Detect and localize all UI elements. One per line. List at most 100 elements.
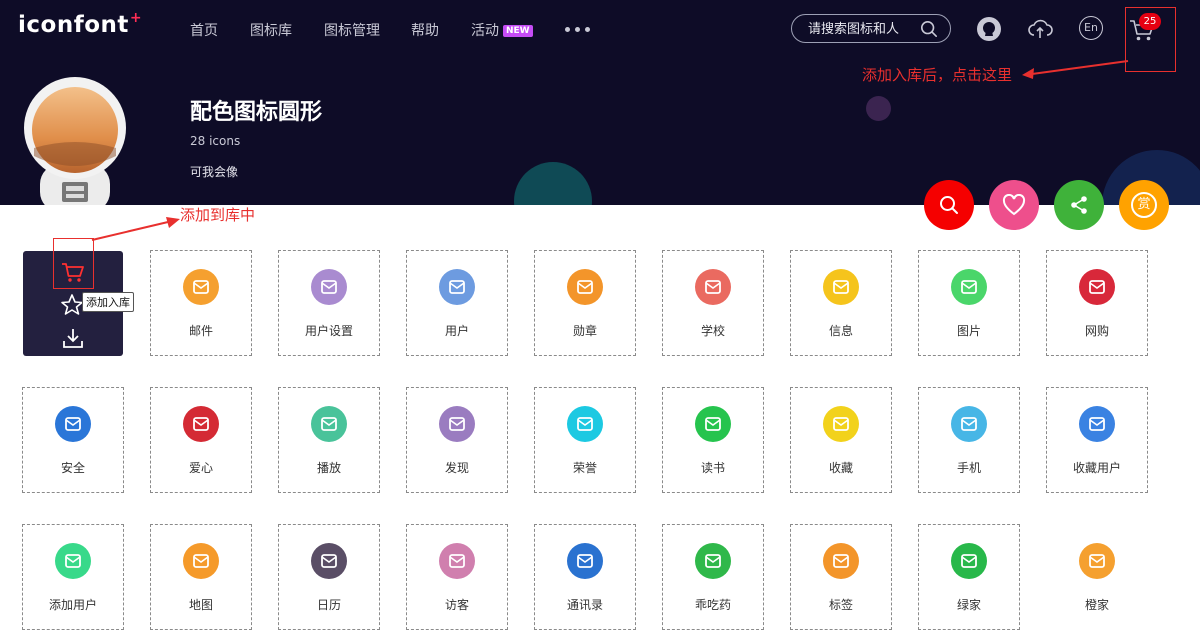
- search-input[interactable]: [808, 20, 918, 38]
- add-user-icon: [55, 543, 91, 579]
- logo-text: iconfont: [18, 12, 129, 38]
- tag-icon: [823, 543, 859, 579]
- visitor-icon: [439, 543, 475, 579]
- icon-card[interactable]: 发现: [406, 387, 508, 493]
- astronaut-avatar: [24, 77, 126, 205]
- reward-action-button[interactable]: 赏: [1119, 180, 1169, 230]
- cart-hint-arrow: [1022, 60, 1129, 79]
- icon-card[interactable]: 手机: [918, 387, 1020, 493]
- icon-label: 发现: [444, 461, 469, 475]
- nav-item-icon-management[interactable]: 图标管理: [324, 20, 380, 40]
- green-home-icon: [951, 543, 987, 579]
- image-icon: [951, 269, 987, 305]
- icon-card[interactable]: 添加用户: [22, 524, 124, 630]
- icon-card[interactable]: 乖吃药: [662, 524, 764, 630]
- icon-card[interactable]: 荣誉: [534, 387, 636, 493]
- search-icon[interactable]: [920, 20, 938, 38]
- collect-star-icon[interactable]: [60, 293, 84, 316]
- icon-card[interactable]: 邮件: [150, 250, 252, 356]
- download-icon[interactable]: [61, 327, 85, 349]
- map-icon: [183, 543, 219, 579]
- icon-card[interactable]: 绿家: [918, 524, 1020, 630]
- icon-label: 学校: [700, 324, 725, 338]
- icon-label: 地图: [188, 598, 213, 612]
- collection-banner: iconfont+ 首页 图标库 图标管理 帮助 活动NEW En 25 配色图…: [0, 0, 1200, 205]
- icon-card[interactable]: 学校: [662, 250, 764, 356]
- collection-title: 配色图标圆形: [190, 100, 323, 125]
- icon-card[interactable]: 网购: [1046, 250, 1148, 356]
- icon-card[interactable]: 通讯录: [534, 524, 636, 630]
- more-menu-icon[interactable]: [565, 27, 590, 32]
- calendar-icon: [311, 543, 347, 579]
- nav-item-activity[interactable]: 活动 NEW: [471, 20, 533, 40]
- school-icon: [695, 269, 731, 305]
- icon-card[interactable]: 橙家: [1046, 524, 1148, 630]
- favorite-user-icon: [1079, 406, 1115, 442]
- icon-label: 日历: [316, 598, 341, 612]
- icon-label: 信息: [828, 324, 853, 338]
- icon-card[interactable]: 日历: [278, 524, 380, 630]
- icon-card[interactable]: 图片: [918, 250, 1020, 356]
- icon-card[interactable]: 收藏: [790, 387, 892, 493]
- icon-card[interactable]: 安全: [22, 387, 124, 493]
- cart-highlight-frame: [1125, 7, 1176, 72]
- icon-card[interactable]: 访客: [406, 524, 508, 630]
- add-to-library-tooltip: 添加入库: [82, 292, 134, 312]
- upload-cloud-icon[interactable]: [1027, 16, 1053, 42]
- icon-label: 绿家: [956, 598, 981, 612]
- share-action-button[interactable]: [1054, 180, 1104, 230]
- mail-icon: [183, 269, 219, 305]
- icon-label: 爱心: [188, 461, 213, 475]
- search-action-button[interactable]: [924, 180, 974, 230]
- phone-icon: [951, 406, 987, 442]
- icon-card[interactable]: 标签: [790, 524, 892, 630]
- medal-icon: [567, 269, 603, 305]
- icon-label: 用户设置: [304, 324, 353, 338]
- nav-item-icon-library[interactable]: 图标库: [250, 20, 292, 40]
- icon-label: 手机: [956, 461, 981, 475]
- decor-planet-purple: [866, 96, 891, 121]
- icon-label: 用户: [444, 324, 469, 338]
- search-box[interactable]: [791, 14, 951, 43]
- message-icon: [823, 269, 859, 305]
- orange-home-icon: [1079, 543, 1115, 579]
- play-icon: [311, 406, 347, 442]
- heart-icon: [1002, 194, 1026, 216]
- favorite-icon: [823, 406, 859, 442]
- collection-author[interactable]: 可我会像: [190, 163, 238, 180]
- icon-card[interactable]: 用户设置: [278, 250, 380, 356]
- love-icon: [183, 406, 219, 442]
- language-toggle-icon[interactable]: En: [1079, 16, 1103, 40]
- icon-card[interactable]: 爱心: [150, 387, 252, 493]
- add-hint-arrow: [91, 217, 180, 241]
- icon-label: 通讯录: [566, 598, 603, 612]
- search-icon: [940, 196, 958, 214]
- icon-card[interactable]: 信息: [790, 250, 892, 356]
- icon-label: 橙家: [1084, 598, 1109, 612]
- icon-label: 收藏用户: [1072, 461, 1121, 475]
- icon-label: 乖吃药: [694, 598, 731, 612]
- github-icon[interactable]: [976, 16, 1002, 42]
- nav-item-help[interactable]: 帮助: [411, 20, 439, 40]
- book-icon: [695, 406, 731, 442]
- favorite-action-button[interactable]: [989, 180, 1039, 230]
- icon-card[interactable]: 收藏用户: [1046, 387, 1148, 493]
- icon-card[interactable]: 地图: [150, 524, 252, 630]
- user-settings-icon: [311, 269, 347, 305]
- icon-card[interactable]: 用户: [406, 250, 508, 356]
- icon-label: 播放: [316, 461, 341, 475]
- discover-icon: [439, 406, 475, 442]
- icon-card[interactable]: 勋章: [534, 250, 636, 356]
- honor-icon: [567, 406, 603, 442]
- icon-label: 网购: [1084, 324, 1109, 338]
- medicine-icon: [695, 543, 731, 579]
- user-icon: [439, 269, 475, 305]
- icon-label: 荣誉: [572, 461, 597, 475]
- icon-label: 安全: [60, 461, 85, 475]
- contacts-icon: [567, 543, 603, 579]
- icon-label: 收藏: [828, 461, 853, 475]
- nav-item-home[interactable]: 首页: [190, 20, 218, 40]
- icon-card[interactable]: 读书: [662, 387, 764, 493]
- icon-card[interactable]: 播放: [278, 387, 380, 493]
- iconfont-logo[interactable]: iconfont+: [18, 10, 142, 38]
